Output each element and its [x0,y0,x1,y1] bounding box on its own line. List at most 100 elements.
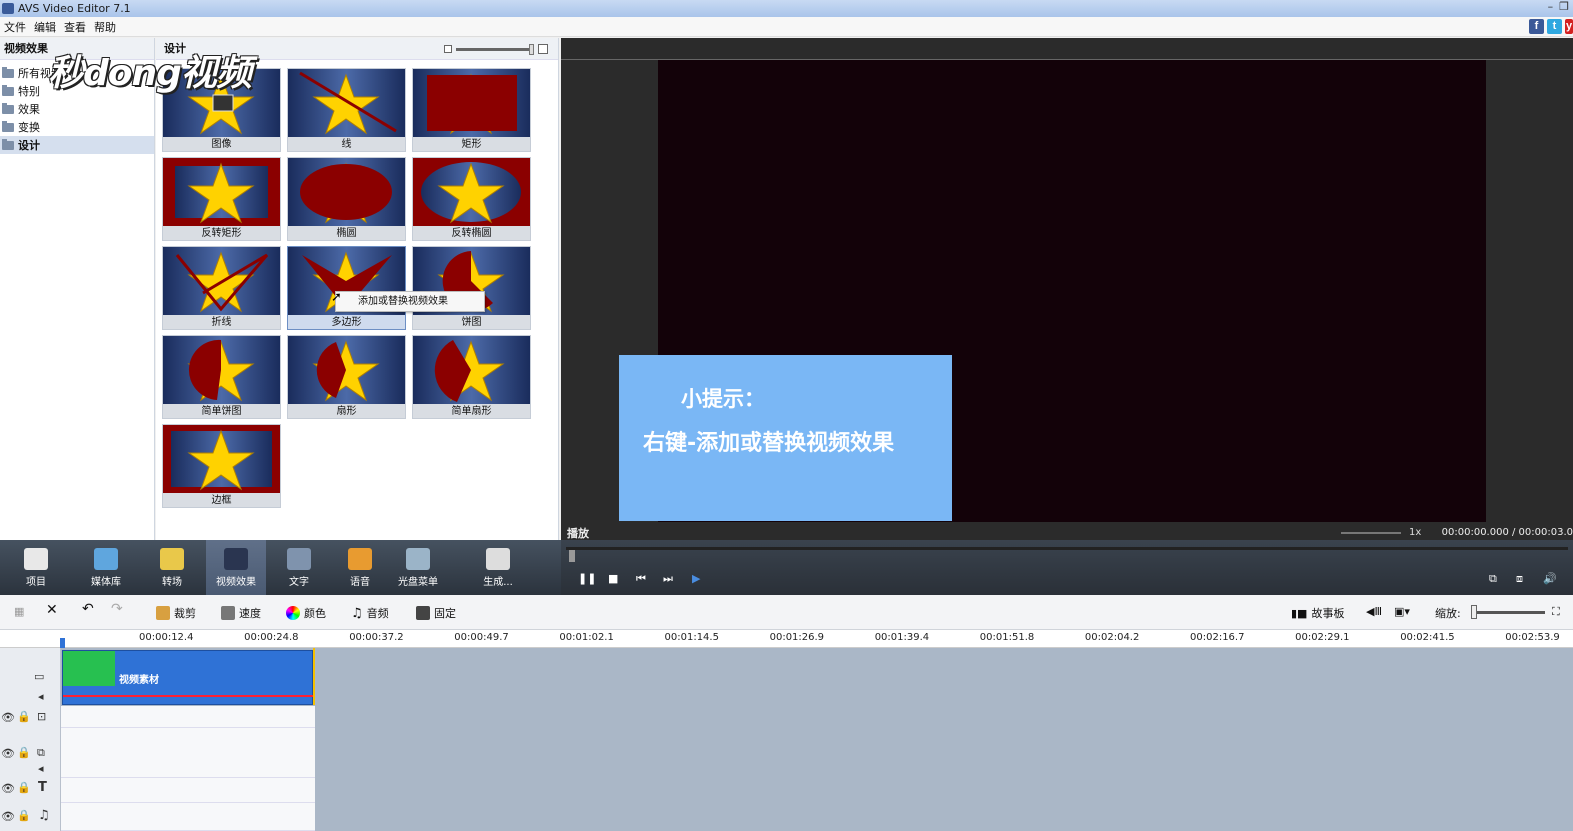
effect-thumb-rectangle[interactable]: 矩形 [412,68,531,152]
seek-bar[interactable] [566,547,1568,562]
effect-thumb-polyline[interactable]: 折线 [162,246,281,330]
color-button[interactable]: 颜色 [286,605,326,621]
seek-knob[interactable] [569,550,575,562]
timeline-ruler[interactable]: 00:00:12.4 00:00:24.8 00:00:37.2 00:00:49.7… [0,630,1573,648]
nav-voice-button[interactable]: 语音 [330,540,390,595]
clip-end-marker[interactable] [313,648,315,705]
snapshot-icon[interactable]: ⧉ [1489,572,1497,586]
tip-body: 右键-添加或替换视频效果 [643,431,895,456]
effect-thumb-border[interactable]: 边框 [162,424,281,508]
effect-thumb-ellipse[interactable]: 椭圆 [287,157,406,241]
nav-text-button[interactable]: 文字 [269,540,329,595]
nav-disc-menu-button[interactable]: 光盘菜单 [388,540,448,595]
music-note-icon: ♫ [351,605,363,621]
crop-button[interactable]: 裁剪 [156,605,196,621]
effect-preview-image [163,158,280,226]
next-frame-button[interactable]: ⏭ [663,572,673,586]
menu-view[interactable]: 查看 [60,19,90,35]
nav-project-button[interactable]: 项目 [6,540,66,595]
lock-icon[interactable]: 🔒 [17,746,31,759]
menu-file[interactable]: 文件 [0,19,30,35]
effect-thumb-polygon[interactable]: 多边形 [287,246,406,330]
play-label: 播放 [567,527,589,540]
nav-transitions-button[interactable]: 转场 [142,540,202,595]
folder-icon [2,138,14,150]
slider-knob[interactable] [529,43,534,55]
overlay-lane[interactable] [61,728,315,778]
effect-thumb-simple-sector[interactable]: 简单扇形 [412,335,531,419]
lock-icon[interactable]: 🔒 [17,781,31,794]
undo-icon[interactable]: ↶ [82,601,94,617]
nav-media-library-button[interactable]: 媒体库 [76,540,136,595]
restore-icon[interactable]: ❐ [1559,0,1569,13]
playback-speed[interactable]: 1x [1341,527,1421,538]
visibility-eye-icon[interactable]: 👁 [1,782,15,795]
effect-thumb-sector[interactable]: 扇形 [287,335,406,419]
timeline-zoom-knob[interactable] [1471,605,1477,619]
minimize-icon[interactable]: – [1548,0,1554,13]
color-wheel-icon [286,606,300,620]
timeline-zoom-slider[interactable] [1473,611,1545,614]
volume-icon[interactable]: 🔊 [1543,572,1557,585]
music-lane[interactable] [61,803,315,831]
effect-thumb-pie[interactable]: 饼图 [412,246,531,330]
ruler-tick-label: 00:00:37.2 [349,632,404,643]
crop-icon [156,606,170,620]
ruler-tick-label: 00:02:53.9 [1505,632,1560,643]
context-menu-add-replace-effect[interactable]: 添加或替换视频效果 [335,291,485,312]
nav-label: 媒体库 [91,577,121,588]
detach-icon[interactable]: ⧈ [1516,572,1523,586]
nav-label: 视频效果 [216,577,256,588]
menu-edit[interactable]: 编辑 [30,19,60,35]
effect-thumb-label: 矩形 [461,139,482,150]
category-effects[interactable]: 效果 [0,100,154,118]
visibility-eye-icon[interactable]: 👁 [1,747,15,760]
audio-mix-icon[interactable]: ◀Ⅲ [1366,605,1382,618]
video-clip[interactable]: 视频素材 [62,650,314,705]
frame-step-button[interactable]: ▶ [692,572,700,585]
facebook-icon[interactable]: f [1529,19,1544,34]
stop-button[interactable]: ■ [608,572,618,585]
effect-thumb-line[interactable]: 线 [287,68,406,152]
visibility-eye-icon[interactable]: 👁 [1,711,15,724]
freeze-button[interactable]: 固定 [416,605,456,621]
music-track-icon: ♫ [38,808,50,823]
twitter-icon[interactable]: t [1547,19,1562,34]
category-design[interactable]: 设计 [0,136,154,154]
nav-produce-button[interactable]: 生成... [468,540,528,595]
visibility-eye-icon[interactable]: 👁 [1,810,15,823]
audio-mute-icon[interactable]: ◂ [38,690,44,703]
speed-slider[interactable] [1341,531,1401,534]
audio-mute-icon[interactable]: ◂ [38,762,44,775]
text-lane[interactable] [61,778,315,803]
thumbnail-size-slider[interactable] [444,43,548,55]
speed-button[interactable]: 速度 [221,605,261,621]
effect-thumb-inverted-rectangle[interactable]: 反转矩形 [162,157,281,241]
lock-icon[interactable]: 🔒 [17,809,31,822]
redo-icon[interactable]: ↷ [111,601,123,617]
lock-icon[interactable]: 🔒 [17,710,31,723]
pause-button[interactable]: ❚❚ [578,572,596,585]
menu-help[interactable]: 帮助 [90,19,120,35]
display-mode-icon[interactable]: ▣▾ [1394,605,1410,618]
audio-button[interactable]: ♫ 音频 [351,605,389,621]
effect-thumb-simple-pie[interactable]: 简单饼图 [162,335,281,419]
nav-video-effects-button[interactable]: 视频效果 [206,540,266,595]
effect-thumb-inverted-ellipse[interactable]: 反转椭圆 [412,157,531,241]
prev-frame-button[interactable]: ⏮ [636,572,646,586]
ruler-tick-label: 00:00:49.7 [454,632,509,643]
fit-timeline-icon[interactable]: ⛶ [1552,605,1560,619]
folder-icon [2,102,14,114]
effect-preview-image [413,69,530,137]
track-headers: ▭ ◂ 👁 🔒 ⊡ 👁 🔒 ⧉ ◂ 👁 🔒 T 👁 🔒 ♫ [0,648,61,831]
effect-thumb-label: 折线 [211,317,232,328]
effect-lane[interactable] [61,706,315,728]
split-icon[interactable]: ▦ [14,605,24,618]
playhead-marker[interactable] [60,638,65,648]
nav-label: 生成... [483,577,513,588]
category-transform[interactable]: 变换 [0,118,154,136]
delete-icon[interactable]: ✕ [46,602,58,618]
storyboard-button[interactable]: ▮■ 故事板 [1291,605,1344,621]
effect-preview-image [163,247,280,315]
youtube-icon[interactable]: y [1565,19,1573,34]
